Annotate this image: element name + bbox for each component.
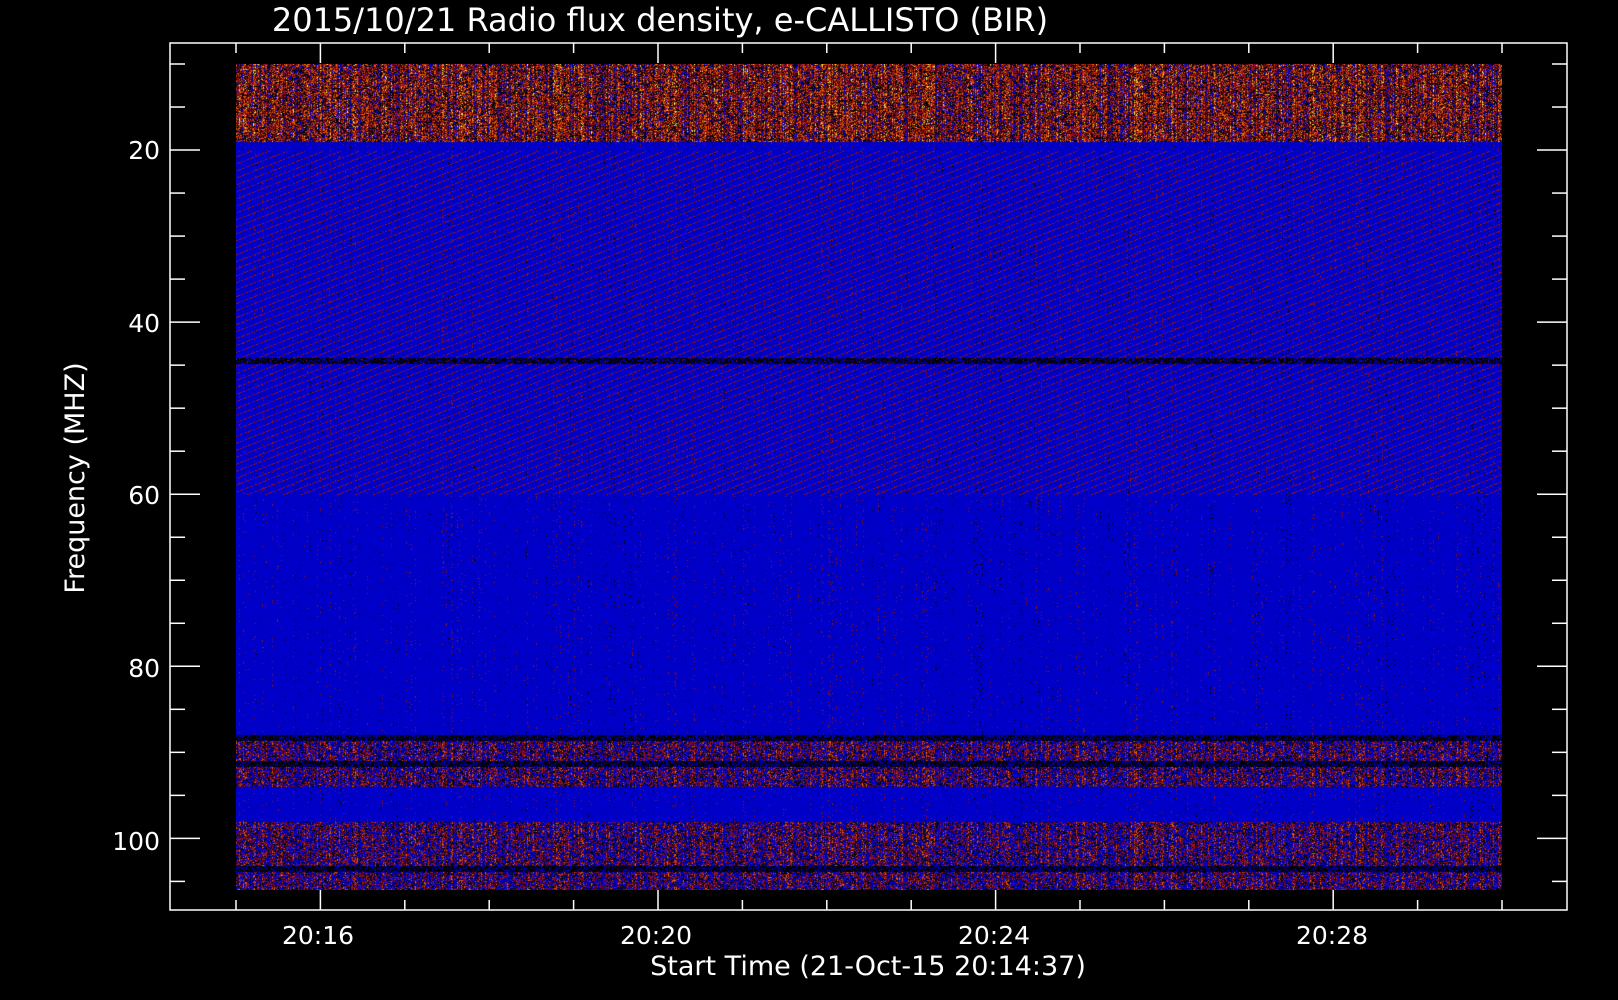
y-tick-label-80: 80 xyxy=(128,654,160,683)
x-tick-label-2024: 20:24 xyxy=(958,921,1030,950)
heatmap-image xyxy=(236,64,1502,890)
x-tick-label-2016: 20:16 xyxy=(282,921,354,950)
spectrogram-chart: 2015/10/21 Radio flux density, e-CALLIST… xyxy=(60,1,1568,982)
x-tick-label-2020: 20:20 xyxy=(620,921,692,950)
heatmap-canvas-group xyxy=(236,64,1502,890)
y-tick-label-100: 100 xyxy=(112,827,160,856)
y-tick-label-40: 40 xyxy=(128,309,160,338)
x-tick-label-2028: 20:28 xyxy=(1296,921,1368,950)
y-tick-label-60: 60 xyxy=(128,481,160,510)
y-axis-title: Frequency (MHZ) xyxy=(60,362,91,593)
y-tick-label-20: 20 xyxy=(128,136,160,165)
x-axis-title: Start Time (21-Oct-15 20:14:37) xyxy=(650,951,1086,982)
chart-title: 2015/10/21 Radio flux density, e-CALLIST… xyxy=(272,1,1048,39)
